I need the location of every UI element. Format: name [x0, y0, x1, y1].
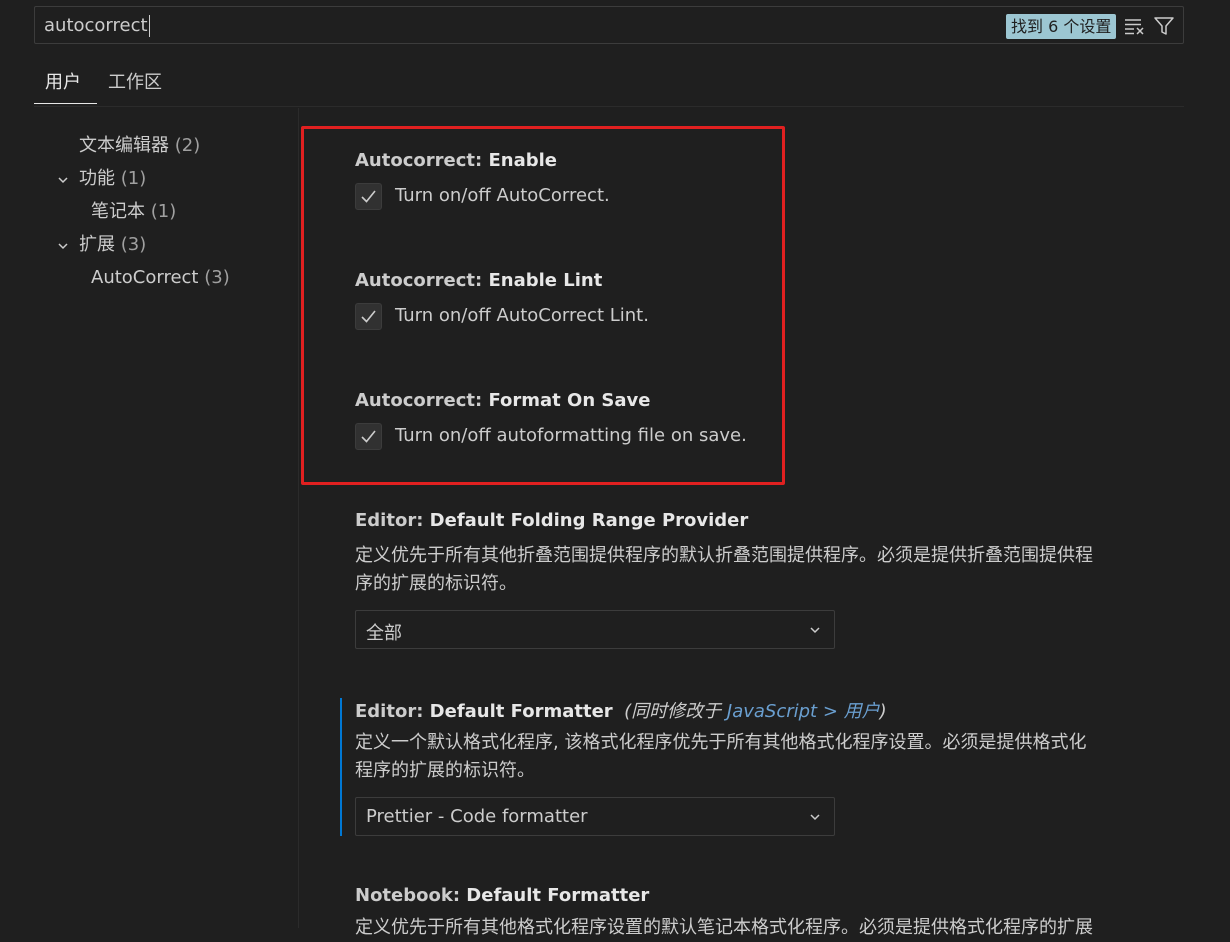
setting-description: 定义一个默认格式化程序, 该格式化程序优先于所有其他格式化程序设置。必须是提供格…: [355, 732, 1087, 781]
chevron-down-icon[interactable]: [56, 238, 70, 252]
modified-scope-link[interactable]: JavaScript > 用户: [727, 701, 880, 722]
tab-user-label: 用户: [45, 72, 81, 93]
toc-item-text-editor[interactable]: 文本编辑器 (2): [79, 133, 200, 159]
chevron-down-icon: [810, 627, 820, 634]
chevron-down-icon: [810, 814, 820, 821]
toc-label: 扩展: [79, 234, 115, 255]
toc-item-extensions[interactable]: 扩展 (3): [79, 232, 146, 258]
setting-description: 定义优先于所有其他格式化程序设置的默认笔记本格式化程序。必须是提供格式化程序的扩…: [355, 917, 1093, 938]
tab-divider: [34, 106, 1184, 107]
toc-item-features[interactable]: 功能 (1): [79, 166, 146, 192]
toc-label: 功能: [79, 168, 115, 189]
toc-label: AutoCorrect: [91, 267, 199, 288]
search-input[interactable]: autocorrect: [44, 15, 944, 37]
setting-description: 定义优先于所有其他折叠范围提供程序的默认折叠范围提供程序。必须是提供折叠范围提供…: [355, 545, 1093, 594]
toc-item-autocorrect[interactable]: AutoCorrect (3): [91, 265, 230, 291]
setting-description: Turn on/off autoformatting file on save.: [395, 425, 747, 446]
tab-workspace-label: 工作区: [108, 72, 162, 93]
checkbox-autocorrect-enable[interactable]: [355, 183, 382, 210]
dropdown-default-formatter[interactable]: Prettier - Code formatter: [355, 797, 835, 836]
checkbox-autocorrect-enable-lint[interactable]: [355, 303, 382, 330]
toc-divider: [298, 108, 299, 928]
dropdown-folding-range-provider[interactable]: 全部: [355, 610, 835, 649]
setting-description: Turn on/off AutoCorrect Lint.: [395, 305, 649, 326]
toc-label: 文本编辑器: [79, 135, 169, 156]
text-caret: [148, 15, 150, 37]
tab-user[interactable]: 用户: [34, 68, 97, 104]
toc-count: (3): [204, 267, 230, 288]
dropdown-value: 全部: [366, 623, 402, 644]
search-query: autocorrect: [44, 15, 148, 36]
setting-title-autocorrect-enable: Autocorrect: Enable: [355, 150, 557, 171]
setting-title-editor-default-folding-range-provider: Editor: Default Folding Range Provider: [355, 510, 749, 531]
settings-search-bar[interactable]: autocorrect 找到 6 个设置: [34, 6, 1184, 44]
setting-title-editor-default-formatter: Editor: Default Formatter (同时修改于 JavaScr…: [355, 701, 887, 722]
modified-elsewhere-note: (同时修改于 JavaScript > 用户): [624, 701, 887, 722]
toc-item-notebook[interactable]: 笔记本 (1): [91, 199, 176, 225]
check-icon: [361, 310, 376, 323]
modified-indicator: [340, 698, 342, 836]
setting-title-autocorrect-format-on-save: Autocorrect: Format On Save: [355, 390, 651, 411]
check-icon: [361, 190, 376, 203]
setting-description: Turn on/off AutoCorrect.: [395, 185, 610, 206]
tab-workspace[interactable]: 工作区: [108, 68, 162, 104]
setting-title-notebook-default-formatter: Notebook: Default Formatter: [355, 885, 650, 906]
toc-count: (1): [150, 201, 177, 222]
checkbox-autocorrect-format-on-save[interactable]: [355, 423, 382, 450]
chevron-down-icon[interactable]: [56, 172, 70, 186]
toc-count: (1): [120, 168, 147, 189]
toc-label: 笔记本: [91, 201, 145, 222]
clear-filter-icon[interactable]: [1123, 15, 1145, 37]
toc-count: (3): [120, 234, 147, 255]
toc-count: (2): [174, 135, 201, 156]
setting-title-autocorrect-enable-lint: Autocorrect: Enable Lint: [355, 270, 603, 291]
result-count-badge: 找到 6 个设置: [1006, 14, 1117, 39]
dropdown-value: Prettier - Code formatter: [366, 806, 588, 827]
check-icon: [361, 430, 376, 443]
filter-icon[interactable]: [1153, 15, 1175, 37]
